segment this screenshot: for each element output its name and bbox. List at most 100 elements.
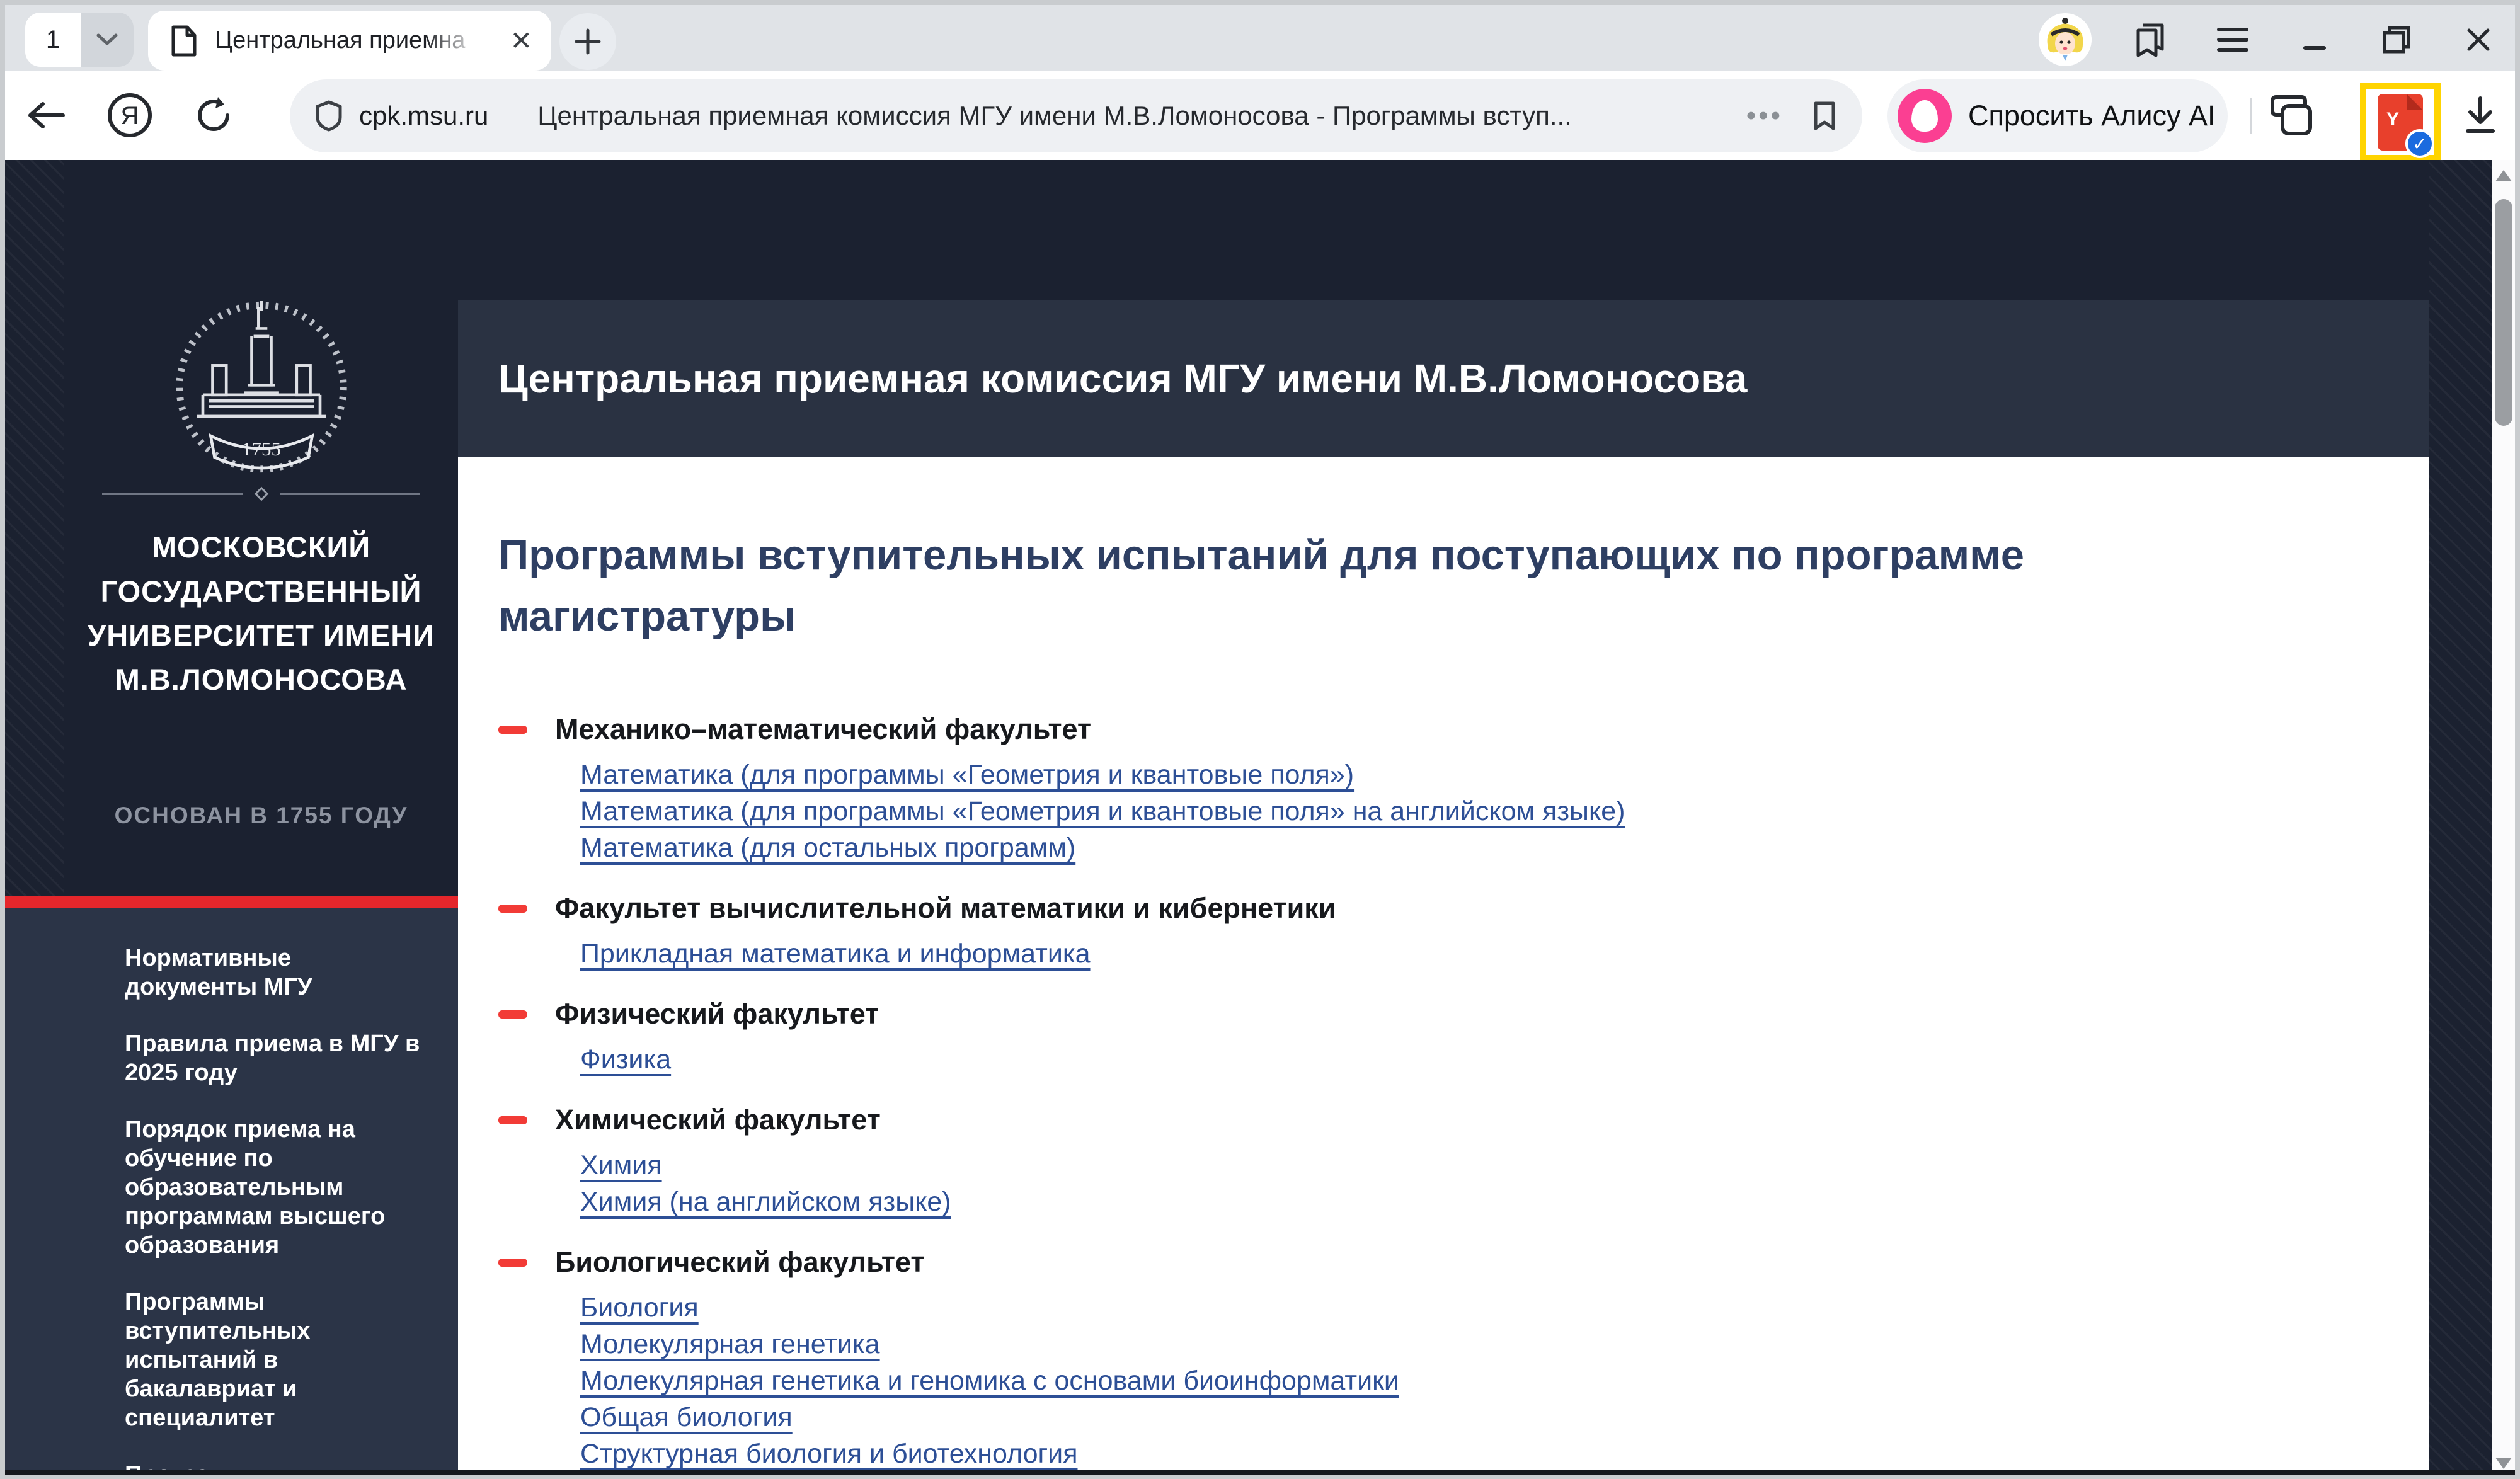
program-link[interactable]: Общая биология xyxy=(580,1399,793,1436)
program-link[interactable]: Молекулярная генетика xyxy=(580,1326,880,1362)
faculty-section: Механико–математический факультет Матема… xyxy=(498,710,2429,866)
sidebar-nav-item[interactable]: Программы вступительных испытаний в бака… xyxy=(125,1288,423,1432)
minimize-icon xyxy=(2300,25,2329,54)
close-window-button[interactable] xyxy=(2456,17,2501,62)
restore-button[interactable] xyxy=(2374,17,2419,62)
alice-logo-icon xyxy=(1898,89,1952,143)
side-panel-button[interactable] xyxy=(2265,71,2322,160)
red-dash-marker xyxy=(498,1259,527,1267)
tab-active[interactable]: Центральная приемна ✕ xyxy=(148,11,551,71)
svg-text:Я: Я xyxy=(121,102,139,130)
faculty-section: Химический факультет Химия Химия (на анг… xyxy=(498,1100,2429,1220)
university-name: МОСКОВСКИЙ ГОСУДАРСТВЕННЫЙ УНИВЕРСИТЕТ И… xyxy=(64,525,458,702)
download-icon xyxy=(2463,96,2498,135)
yandex-home-button[interactable]: Я xyxy=(106,91,154,139)
scrollbar-up-arrow-icon[interactable] xyxy=(2495,170,2512,181)
yandex-logo-icon: Я xyxy=(106,91,154,139)
faculty-list: Механико–математический факультет Матема… xyxy=(498,710,2429,1475)
plus-icon xyxy=(574,28,602,55)
page-scrollbar[interactable] xyxy=(2492,160,2515,1475)
faculty-name: Физический факультет xyxy=(555,995,879,1034)
site-header-banner: Центральная приемная комиссия МГУ имени … xyxy=(458,300,2429,457)
page-viewport: 1755 МОСКОВСКИЙ ГОСУДАРСТВЕННЫЙ УНИВЕРСИ… xyxy=(5,160,2515,1475)
program-link[interactable]: Биология xyxy=(580,1289,699,1326)
program-link[interactable]: Химия xyxy=(580,1147,662,1184)
faculty-name: Химический факультет xyxy=(555,1100,881,1139)
faculty-name: Факультет вычислительной математики и ки… xyxy=(555,889,1336,928)
sidebar-nav: Нормативные документы МГУ Правила приема… xyxy=(5,908,458,1475)
faculty-name: Биологический факультет xyxy=(555,1243,924,1282)
address-domain[interactable]: cpk.msu.ru xyxy=(359,101,488,131)
program-link[interactable]: Математика (для программы «Геометрия и к… xyxy=(580,793,1625,830)
document-icon xyxy=(171,25,197,57)
reload-button[interactable] xyxy=(193,94,234,136)
program-link[interactable]: Химия (на английском языке) xyxy=(580,1184,951,1220)
profile-avatar[interactable] xyxy=(2039,13,2092,66)
site-sidebar: 1755 МОСКОВСКИЙ ГОСУДАРСТВЕННЫЙ УНИВЕРСИ… xyxy=(64,160,458,1475)
program-link[interactable]: Структурная биология и биотехнология xyxy=(580,1436,1077,1472)
restore-window-icon xyxy=(2381,24,2412,55)
tabs-count-badge[interactable]: 1 xyxy=(25,13,81,67)
sidebar-nav-item[interactable]: Правила приема в МГУ в 2025 году xyxy=(125,1029,423,1087)
ask-alice-label: Спросить Алису AI xyxy=(1968,100,2216,132)
pdf-extension-button[interactable]: Y ✓ xyxy=(2378,94,2423,151)
program-link[interactable]: Прикладная математика и информатика xyxy=(580,935,1091,972)
red-dash-marker xyxy=(498,905,527,913)
ask-alice-button[interactable]: Спросить Алису AI xyxy=(1887,79,2228,152)
address-more-button[interactable]: ••• xyxy=(1746,100,1783,132)
main-content: Программы вступительных испытаний для по… xyxy=(458,457,2429,1475)
tab-close-button[interactable]: ✕ xyxy=(510,28,532,54)
pdf-extension-mark: Y xyxy=(2386,109,2399,130)
browser-menu-button[interactable] xyxy=(2210,17,2255,62)
sidebar-red-bar xyxy=(5,896,458,908)
page-right-decor xyxy=(2429,160,2492,1475)
new-tab-button[interactable] xyxy=(559,13,616,70)
sidebar-nav-item[interactable]: Нормативные документы МГУ xyxy=(125,944,423,1002)
tab-bar: 1 Центральная приемна ✕ xyxy=(5,5,2515,71)
browser-window: 1 Центральная приемна ✕ xyxy=(5,5,2515,1470)
back-button[interactable] xyxy=(26,100,67,130)
msu-emblem: 1755 xyxy=(164,289,359,506)
program-link[interactable]: Математика (для остальных программ) xyxy=(580,830,1075,866)
pdf-fold-corner xyxy=(2407,94,2423,110)
red-dash-marker xyxy=(498,1010,527,1019)
window-bottom-edge xyxy=(5,1470,2515,1475)
shield-icon[interactable] xyxy=(315,100,343,132)
diamond-ornament xyxy=(254,487,268,501)
faculty-section: Биологический факультет Биология Молекул… xyxy=(498,1243,2429,1475)
close-icon xyxy=(2464,25,2493,54)
address-bar[interactable]: cpk.msu.ru Центральная приемная комиссия… xyxy=(290,79,1862,152)
scrollbar-thumb[interactable] xyxy=(2495,199,2512,426)
tabs-chevron-button[interactable] xyxy=(81,13,134,67)
reload-icon xyxy=(193,94,234,136)
toolbar: Я cpk.msu.ru Центральная приемная комисс… xyxy=(5,71,2515,160)
program-link[interactable]: Математика (для программы «Геометрия и к… xyxy=(580,757,1354,793)
faculty-section: Физический факультет Физика xyxy=(498,995,2429,1078)
emblem-year: 1755 xyxy=(242,438,281,460)
program-link[interactable]: Молекулярная генетика и геномика с основ… xyxy=(580,1362,1399,1399)
red-dash-marker xyxy=(498,1116,527,1124)
reactions-panel-icon xyxy=(2270,93,2318,137)
back-arrow-icon xyxy=(26,100,67,130)
sidebar-nav-item[interactable]: Порядок приема на обучение по образовате… xyxy=(125,1115,423,1260)
red-dash-marker xyxy=(498,726,527,734)
annotation-highlight-box: Y ✓ xyxy=(2360,83,2441,161)
program-link[interactable]: Физика xyxy=(580,1041,671,1078)
toolbar-divider xyxy=(2250,98,2252,134)
address-page-title: Центральная приемная комиссия МГУ имени … xyxy=(537,101,1571,131)
extension-enabled-badge: ✓ xyxy=(2405,129,2434,158)
tab-title: Центральная приемна xyxy=(215,27,486,54)
minimize-button[interactable] xyxy=(2292,17,2337,62)
bookmark-flag-icon[interactable] xyxy=(1812,100,1837,132)
site-title: Центральная приемная комиссия МГУ имени … xyxy=(498,355,1747,402)
founded-label: ОСНОВАН В 1755 ГОДУ xyxy=(64,802,458,829)
scrollbar-down-arrow-icon[interactable] xyxy=(2495,1458,2512,1469)
faculty-section: Факультет вычислительной математики и ки… xyxy=(498,889,2429,972)
page-title: Программы вступительных испытаний для по… xyxy=(498,525,2275,647)
downloads-button[interactable] xyxy=(2453,71,2507,160)
bookmarks-panel-button[interactable] xyxy=(2128,17,2174,62)
tabs-counter[interactable]: 1 xyxy=(25,13,134,67)
faculty-name: Механико–математический факультет xyxy=(555,710,1091,749)
hamburger-menu-icon xyxy=(2216,27,2249,52)
sidebar-divider xyxy=(102,489,420,499)
